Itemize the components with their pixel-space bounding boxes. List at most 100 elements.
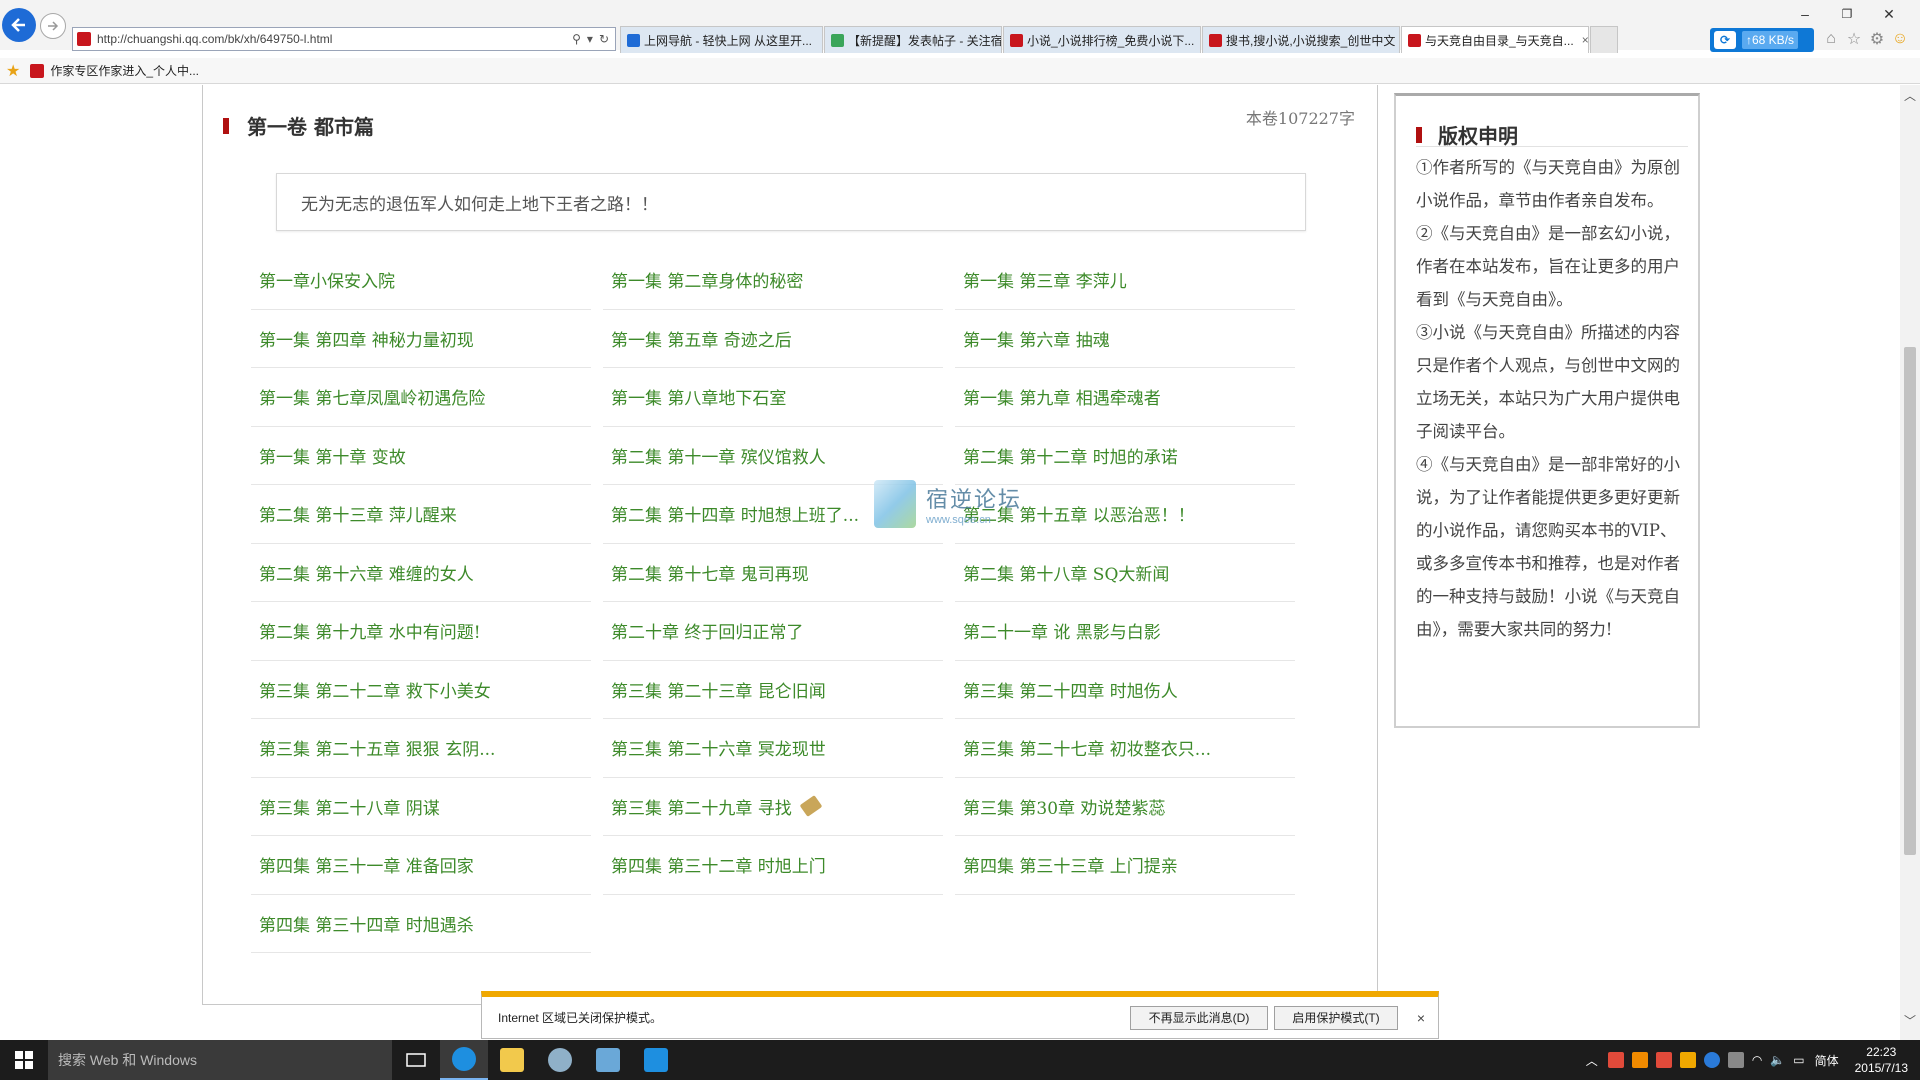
chapter-link[interactable]: 第二集 第十九章 水中有问题! — [251, 602, 591, 661]
close-notification-icon[interactable]: × — [1412, 1010, 1430, 1026]
search-icon[interactable]: ⚲ — [572, 32, 581, 46]
chapter-link[interactable]: 第二十章 终于回归正常了 — [603, 602, 943, 661]
dropdown-icon[interactable]: ▾ — [587, 32, 593, 46]
watermark-cube-logo — [874, 480, 916, 528]
vertical-scrollbar[interactable]: ︿ ﹀ — [1900, 85, 1920, 1040]
chapter-link[interactable]: 第一集 第八章地下石室 — [603, 368, 943, 427]
chapter-link[interactable]: 第一集 第二章身体的秘密 — [603, 251, 943, 310]
scrollbar-thumb[interactable] — [1904, 347, 1916, 855]
close-window-button[interactable]: ✕ — [1868, 0, 1910, 28]
chapter-link[interactable]: 第二集 第十一章 殡仪馆救人 — [603, 427, 943, 485]
chapter-link[interactable]: 第一章小保安入院 — [251, 251, 591, 310]
chapter-link[interactable]: 第三集 第二十五章 狠狠 玄阴... — [251, 719, 591, 778]
chapter-link[interactable]: 第一集 第九章 相遇牵魂者 — [955, 368, 1295, 427]
url-text[interactable]: http://chuangshi.qq.com/bk/xh/649750-l.h… — [97, 32, 572, 46]
chapter-link[interactable]: 第三集 第二十六章 冥龙现世 — [603, 719, 943, 778]
tray-expand-icon[interactable]: ︿ — [1586, 1052, 1598, 1069]
close-tab-icon[interactable]: × — [1582, 33, 1588, 47]
tray-app-icon[interactable] — [1655, 1052, 1672, 1068]
browser-tab-0[interactable]: 上网导航 - 轻快上网 从这里开... — [620, 26, 823, 53]
chapter-link[interactable]: 第一集 第七章凤凰岭初遇危险 — [251, 368, 591, 427]
taskbar-ie[interactable] — [440, 1040, 488, 1080]
scroll-down-icon[interactable]: ﹀ — [1900, 1010, 1920, 1030]
browser-tab-3[interactable]: 搜书,搜小说,小说搜索_创世中文 — [1202, 26, 1400, 53]
chapter-link[interactable]: 第三集 第30章 劝说楚紫蕊 — [955, 778, 1295, 836]
app-note-icon — [596, 1048, 620, 1072]
tab-label: 与天竞自由目录_与天竞自... — [1425, 33, 1574, 48]
internet-explorer-icon — [452, 1047, 476, 1071]
chapter-link[interactable]: 第四集 第三十三章 上门提亲 — [955, 836, 1295, 895]
chapter-title: 第三集 第二十七章 初妆整衣只... — [963, 740, 1212, 761]
chapter-link[interactable]: 第一集 第十章 变故 — [251, 427, 591, 485]
favorites-star-icon[interactable]: ☆ — [1845, 30, 1863, 48]
forward-button[interactable] — [40, 13, 66, 39]
dont-show-again-button[interactable]: 不再显示此消息(D) — [1130, 1005, 1268, 1030]
refresh-icon[interactable]: ↻ — [599, 32, 609, 46]
chapter-link[interactable]: 第一集 第五章 奇迹之后 — [603, 310, 943, 368]
taskbar-app-4[interactable] — [584, 1040, 632, 1080]
ime-indicator[interactable]: 简体 — [1815, 1052, 1839, 1069]
settings-gear-icon[interactable]: ⚙ — [1868, 30, 1886, 48]
taskbar-clock[interactable]: 22:23 2015/7/13 — [1855, 1044, 1908, 1076]
chapter-link[interactable]: 第三集 第二十三章 昆仑旧闻 — [603, 661, 943, 719]
smiley-feedback-icon[interactable]: ☺ — [1891, 30, 1909, 48]
favorite-link[interactable]: 作家专区作家进入_个人中... — [50, 62, 199, 79]
chapter-link[interactable]: 第四集 第三十四章 时旭遇杀 — [251, 895, 591, 953]
address-bar[interactable]: http://chuangshi.qq.com/bk/xh/649750-l.h… — [72, 27, 616, 51]
tray-app-icon[interactable] — [1631, 1052, 1648, 1068]
favorites-star-icon[interactable]: ★ — [6, 61, 20, 81]
chapter-link[interactable]: 第一集 第四章 神秘力量初现 — [251, 310, 591, 368]
tray-shield-icon[interactable] — [1703, 1052, 1720, 1068]
app-accelerator-icon — [644, 1048, 668, 1072]
taskbar-file-explorer[interactable] — [488, 1040, 536, 1080]
chapter-title: 第二集 第十六章 难缠的女人 — [259, 564, 474, 585]
chapter-link[interactable]: 第一集 第三章 李萍儿 — [955, 251, 1295, 310]
chapter-link[interactable]: 第三集 第二十九章 寻找 — [603, 778, 943, 836]
chapter-link[interactable]: 第三集 第二十八章 阴谋 — [251, 778, 591, 836]
chapter-link[interactable]: 第三集 第二十二章 救下小美女 — [251, 661, 591, 719]
chapter-title: 第二集 第十一章 殡仪馆救人 — [611, 447, 826, 468]
restore-button[interactable]: ❐ — [1826, 0, 1868, 28]
favorites-bar: ★ 作家专区作家进入_个人中... — [0, 58, 1920, 84]
tray-app-icon[interactable] — [1679, 1052, 1696, 1068]
chapter-link[interactable]: 第二集 第十二章 时旭的承诺 — [955, 427, 1295, 485]
scroll-up-icon[interactable]: ︿ — [1900, 85, 1920, 105]
taskbar-app-3[interactable] — [536, 1040, 584, 1080]
wifi-icon[interactable]: ◠ — [1752, 1053, 1762, 1067]
new-tab-button[interactable] — [1590, 26, 1618, 53]
copyright-text: ①作者所写的《与天竞自由》为原创小说作品，章节由作者亲自发布。 ②《与天竞自由》是… — [1416, 146, 1688, 646]
chapter-link[interactable]: 第二十一章 讹 黑影与白影 — [955, 602, 1295, 661]
chapter-link[interactable]: 第四集 第三十二章 时旭上门 — [603, 836, 943, 895]
start-button[interactable] — [0, 1040, 48, 1080]
chapter-title: 第一集 第四章 神秘力量初现 — [259, 330, 474, 351]
chapter-link[interactable]: 第四集 第三十一章 准备回家 — [251, 836, 591, 895]
copyright-title: 版权申明 — [1438, 124, 1518, 148]
tray-app-icon[interactable] — [1607, 1052, 1624, 1068]
volume-icon[interactable]: 🔈 — [1770, 1053, 1785, 1067]
chapter-link[interactable]: 第三集 第二十四章 时旭伤人 — [955, 661, 1295, 719]
chapter-link[interactable]: 第二集 第十七章 鬼司再现 — [603, 544, 943, 602]
back-button[interactable] — [2, 8, 36, 42]
chapter-link[interactable]: 第二集 第十三章 萍儿醒来 — [251, 485, 591, 544]
taskbar-app-5[interactable] — [632, 1040, 680, 1080]
browser-tab-4[interactable]: 与天竞自由目录_与天竞自... × — [1401, 26, 1589, 53]
taskbar-search-box[interactable]: 搜索 Web 和 Windows — [48, 1040, 392, 1080]
enable-protected-mode-button[interactable]: 启用保护模式(T) — [1274, 1005, 1398, 1030]
minimize-button[interactable]: – — [1784, 0, 1826, 28]
chapter-link[interactable]: 第一集 第六章 抽魂 — [955, 310, 1295, 368]
browser-tab-1[interactable]: 【新提醒】发表帖子 - 关注宿... — [824, 26, 1002, 53]
chapter-link[interactable]: 第二集 第十八章 SQ大新闻 — [955, 544, 1295, 602]
chapter-link[interactable]: 第三集 第二十七章 初妆整衣只... — [955, 719, 1295, 778]
volume-word-count: 本卷107227字 — [1245, 109, 1355, 128]
network-speed-widget[interactable]: ⟳ ↑68 KB/s — [1710, 28, 1814, 52]
home-icon[interactable]: ⌂ — [1822, 30, 1840, 48]
chapter-link[interactable]: 第二集 第十六章 难缠的女人 — [251, 544, 591, 602]
message-icon[interactable]: ▭ — [1793, 1053, 1804, 1067]
task-view-button[interactable] — [392, 1040, 440, 1080]
tab-label: 搜书,搜小说,小说搜索_创世中文 — [1226, 33, 1396, 48]
tray-app-icon[interactable] — [1727, 1052, 1744, 1068]
browser-tab-2[interactable]: 小说_小说排行榜_免费小说下... — [1003, 26, 1201, 53]
chapter-title: 第三集 第二十九章 寻找 — [611, 798, 792, 819]
chapter-title: 第四集 第三十三章 上门提亲 — [963, 857, 1178, 878]
copyright-header: 版权申明 — [1416, 120, 1518, 149]
